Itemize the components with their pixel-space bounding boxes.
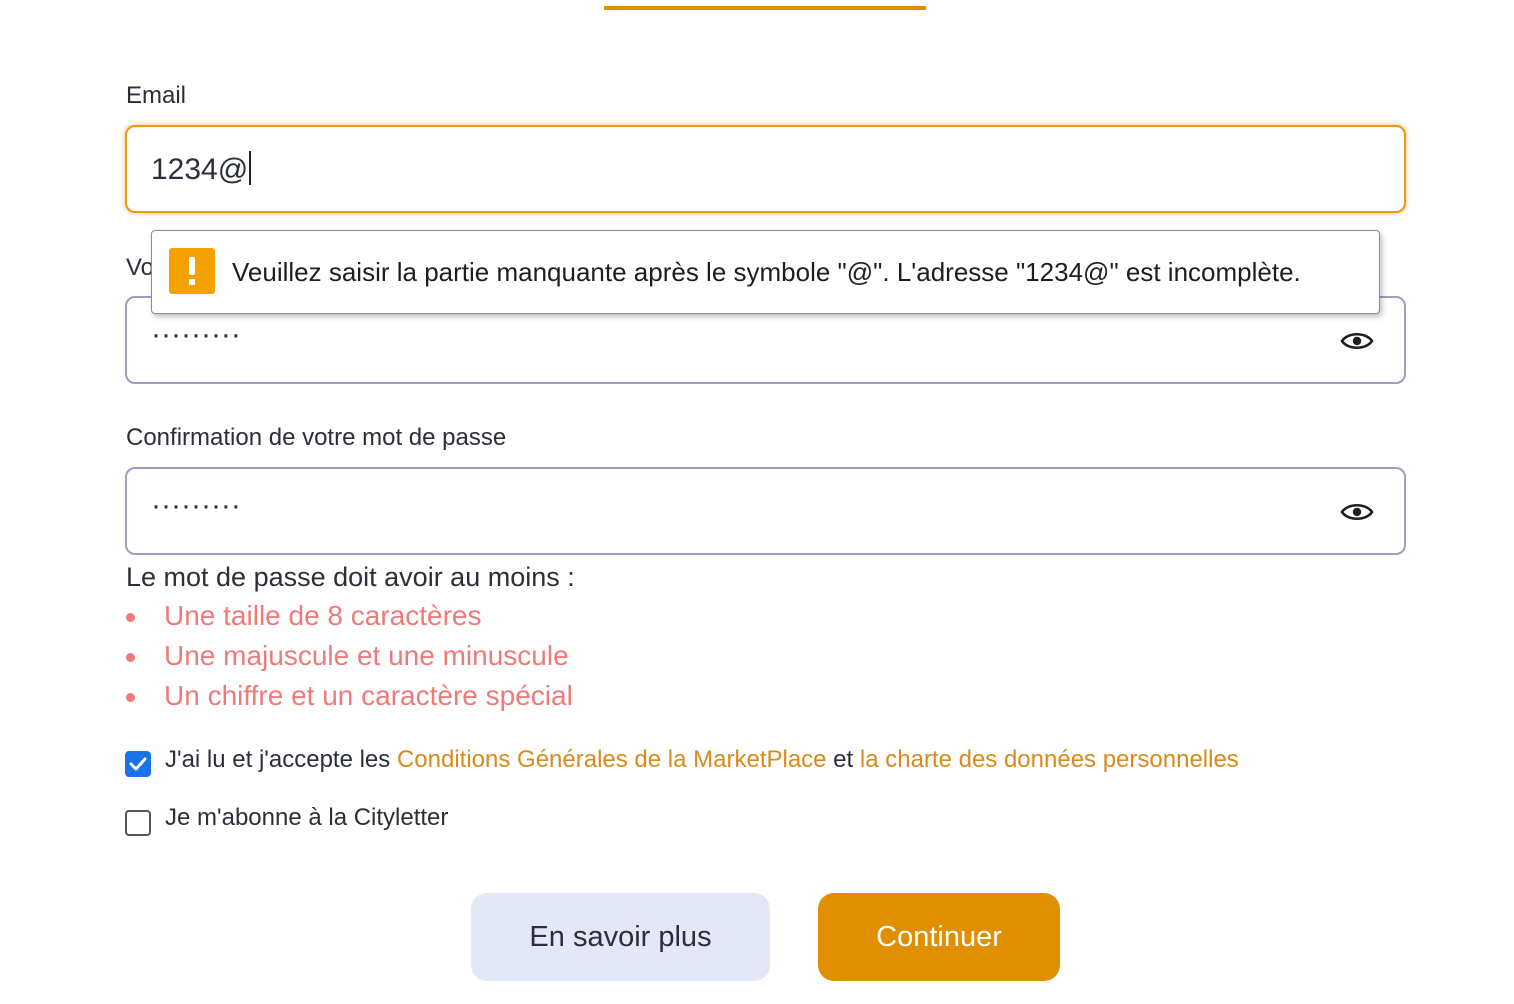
rule-text: Une majuscule et une minuscule xyxy=(164,640,569,671)
terms-checkbox[interactable] xyxy=(125,751,151,777)
continue-button[interactable]: Continuer xyxy=(818,893,1060,981)
warning-icon xyxy=(169,248,215,294)
password-rules-title: Le mot de passe doit avoir au moins : xyxy=(126,562,575,592)
newsletter-checkbox[interactable] xyxy=(125,810,151,836)
checkmark-icon xyxy=(129,757,147,771)
warning-icon-bar xyxy=(189,257,195,275)
list-item: Un chiffre et un caractère spécial xyxy=(126,680,573,720)
password-label: Vo xyxy=(126,254,155,281)
show-password-eye-icon[interactable] xyxy=(1340,330,1374,352)
terms-text: J'ai lu et j'accepte les Conditions Géné… xyxy=(165,746,1239,774)
confirm-password-field[interactable]: ········· xyxy=(125,467,1406,555)
learn-more-button[interactable]: En savoir plus xyxy=(471,893,770,981)
validation-message: Veuillez saisir la partie manquante aprè… xyxy=(232,257,1301,287)
text-caret xyxy=(249,151,252,185)
signup-form-page: Email 1234@ Vo ········· Confirmation de… xyxy=(0,0,1514,1004)
rule-text: Un chiffre et un caractère spécial xyxy=(164,680,573,711)
cgv-link[interactable]: Conditions Générales de la MarketPlace xyxy=(397,746,827,773)
bullet-icon xyxy=(126,653,135,662)
show-confirm-password-eye-icon[interactable] xyxy=(1340,501,1374,523)
email-field[interactable]: 1234@ xyxy=(125,125,1406,213)
list-item: Une majuscule et une minuscule xyxy=(126,640,573,680)
warning-icon-dot xyxy=(189,279,195,285)
privacy-charter-link[interactable]: la charte des données personnelles xyxy=(860,746,1239,773)
bullet-icon xyxy=(126,693,135,702)
newsletter-label: Je m'abonne à la Cityletter xyxy=(165,804,449,831)
confirm-password-masked-value: ········· xyxy=(151,489,241,522)
list-item: Une taille de 8 caractères xyxy=(126,600,573,640)
rule-text: Une taille de 8 caractères xyxy=(164,600,482,631)
active-step-indicator xyxy=(604,6,926,10)
email-value-wrapper: 1234@ xyxy=(151,151,252,187)
password-masked-value: ········· xyxy=(151,318,241,351)
email-validation-tooltip: Veuillez saisir la partie manquante aprè… xyxy=(151,230,1380,314)
confirm-password-label: Confirmation de votre mot de passe xyxy=(126,424,507,451)
email-value: 1234@ xyxy=(151,153,249,186)
password-rules-list: Une taille de 8 caractères Une majuscule… xyxy=(126,600,573,720)
bullet-icon xyxy=(126,613,135,622)
email-label: Email xyxy=(126,82,187,109)
terms-middle: et xyxy=(826,746,860,773)
terms-prefix: J'ai lu et j'accepte les xyxy=(165,746,397,773)
